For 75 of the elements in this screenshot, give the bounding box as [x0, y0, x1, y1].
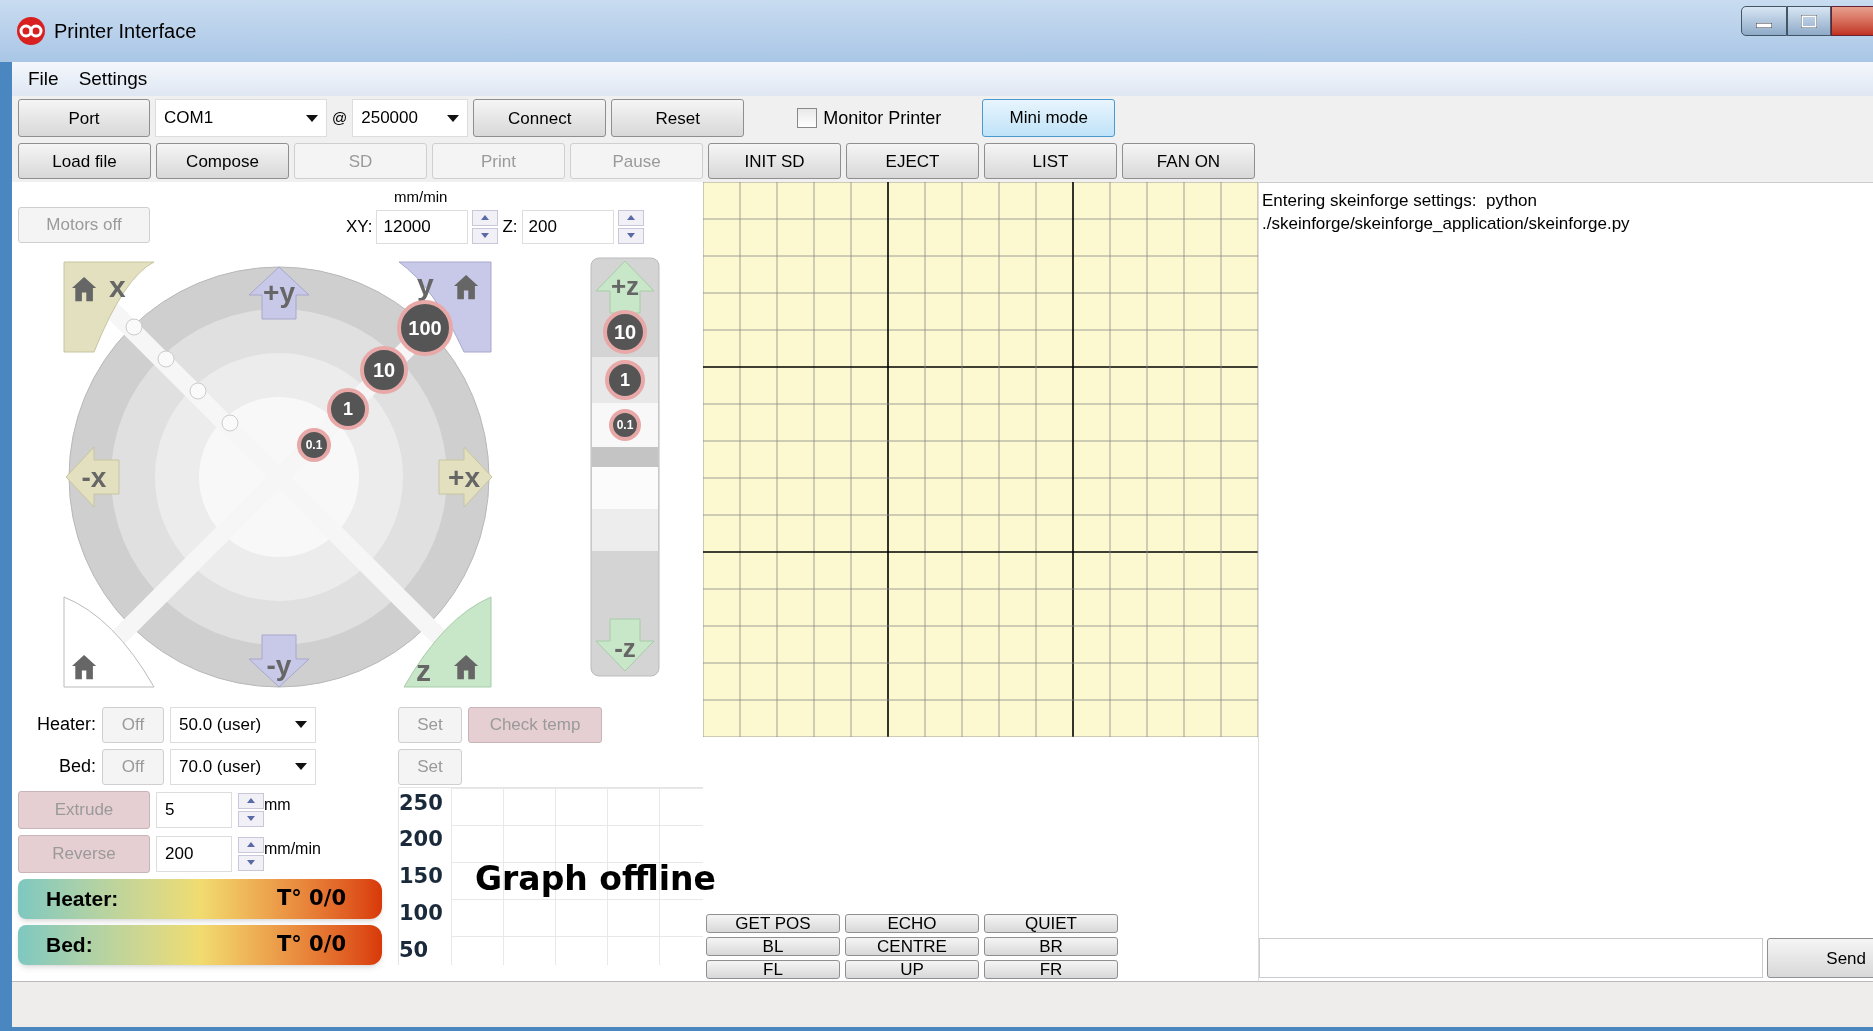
menu-item[interactable]: File: [28, 64, 59, 94]
monitor-checkbox[interactable]: [797, 108, 818, 128]
z-feedrate-field[interactable]: 200: [521, 209, 614, 244]
reset-button[interactable]: Reset: [611, 99, 745, 137]
feedrate-unit: mm/min: [394, 187, 449, 207]
macro-button[interactable]: UP: [845, 960, 979, 979]
macro-button[interactable]: GET POS: [706, 914, 840, 933]
graph-tick: 250: [399, 789, 444, 817]
macro-button[interactable]: FR: [984, 960, 1118, 979]
target-select[interactable]: 50.0 (user): [170, 706, 316, 743]
send-button[interactable]: Send: [1767, 938, 1873, 978]
graph-tick: 200: [399, 826, 444, 854]
maximize-button[interactable]: [1787, 6, 1831, 36]
maximize-icon: [1801, 14, 1817, 28]
app-logo-icon: [16, 16, 46, 46]
connect-button[interactable]: Connect: [473, 99, 607, 137]
down-arrow-icon: [481, 233, 490, 238]
checkbox-label: Monitor Printer: [823, 106, 942, 130]
graph-message: Graph offline: [475, 857, 716, 900]
temp-label: Heater:: [35, 713, 96, 736]
z-jog-control[interactable]: +z -z 10 1 0.1: [590, 256, 660, 677]
graph-tick: 100: [399, 899, 444, 927]
caret-icon: [295, 721, 307, 728]
port-select[interactable]: COM1: [155, 99, 327, 137]
down-arrow-icon: [247, 860, 255, 865]
minimize-icon: [1756, 23, 1772, 28]
at-label: @: [332, 107, 348, 128]
caret-icon: [306, 114, 318, 122]
toolbar-button[interactable]: Compose: [156, 143, 289, 179]
custom-command-button[interactable]: LIST: [984, 143, 1117, 179]
graph-tick: 150: [399, 863, 444, 890]
log-line: ./skeinforge/skeinforge_application/skeinforge.py: [1262, 213, 1631, 235]
custom-command-button[interactable]: INIT SD: [708, 143, 841, 179]
spinner-arrows[interactable]: [238, 792, 264, 827]
temp-label: Bed:: [57, 755, 96, 778]
spinner-arrows[interactable]: [238, 836, 264, 871]
macro-button[interactable]: BR: [984, 937, 1118, 956]
graph-tick: 50: [399, 936, 430, 964]
macro-button[interactable]: CENTRE: [845, 937, 979, 956]
bar-label: Heater:: [46, 885, 119, 912]
port-button[interactable]: Port: [18, 99, 150, 137]
mini-mode-button[interactable]: Mini mode: [982, 99, 1116, 137]
toolbar-button[interactable]: Load file: [18, 143, 151, 179]
bar-reading: T° 0/0: [276, 930, 346, 958]
custom-command-button[interactable]: EJECT: [846, 143, 979, 179]
caret-icon: [295, 763, 307, 770]
minimize-button[interactable]: [1741, 6, 1787, 36]
down-arrow-icon: [626, 233, 635, 238]
macro-button[interactable]: QUIET: [984, 914, 1118, 933]
z-label: Z:: [502, 215, 518, 238]
bar-reading: T° 0/0: [276, 884, 346, 912]
bar-label: Bed:: [46, 931, 93, 958]
log-line: Entering skeinforge settings: python: [1262, 190, 1538, 212]
macro-button[interactable]: ECHO: [845, 914, 979, 933]
unit-label: mm/min: [264, 838, 321, 859]
caret-icon: [447, 114, 460, 122]
macro-button[interactable]: BL: [706, 937, 840, 956]
spinner-arrows[interactable]: [617, 209, 644, 244]
spinner-arrows[interactable]: [472, 209, 499, 244]
up-arrow-icon: [247, 798, 255, 803]
up-arrow-icon: [247, 842, 255, 847]
window-title: Printer Interface: [54, 19, 197, 44]
xy-feedrate-field[interactable]: 12000: [376, 209, 469, 244]
unit-label: mm: [264, 794, 291, 815]
custom-command-button[interactable]: FAN ON: [1122, 143, 1255, 179]
target-select[interactable]: 70.0 (user): [170, 748, 316, 785]
down-arrow-icon: [247, 816, 255, 821]
command-input[interactable]: [1259, 938, 1763, 978]
xy-label: XY:: [346, 215, 373, 238]
menu-item[interactable]: Settings: [78, 64, 148, 94]
baud-select[interactable]: 250000: [352, 99, 469, 137]
macro-button[interactable]: FL: [706, 960, 840, 979]
close-button[interactable]: [1831, 6, 1873, 36]
up-arrow-icon: [481, 215, 490, 220]
up-arrow-icon: [626, 215, 635, 220]
